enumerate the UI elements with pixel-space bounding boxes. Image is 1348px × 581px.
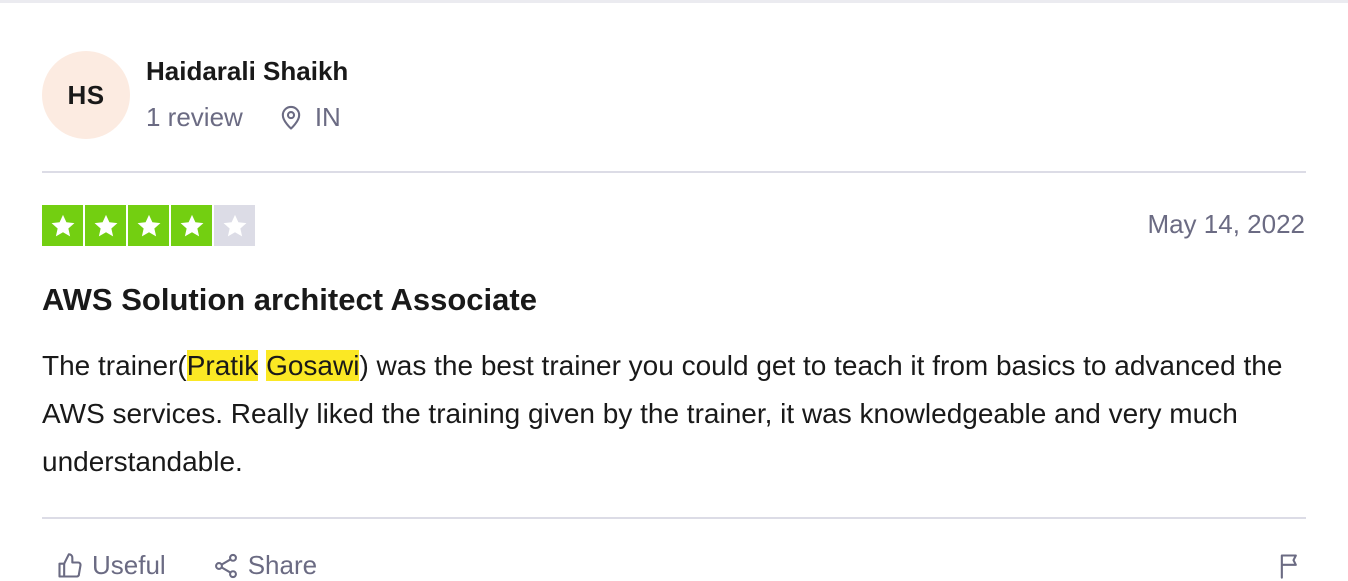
star-empty bbox=[214, 205, 255, 246]
review-card: HS Haidarali Shaikh 1 review IN May 14, … bbox=[0, 0, 1348, 580]
share-icon bbox=[214, 553, 237, 578]
star-filled bbox=[128, 205, 169, 246]
share-button[interactable]: Share bbox=[212, 550, 317, 581]
star-rating bbox=[42, 205, 255, 246]
footer-divider bbox=[42, 517, 1306, 519]
review-date: May 14, 2022 bbox=[1147, 209, 1305, 239]
highlighted-term: Pratik bbox=[186, 350, 259, 381]
star-filled bbox=[42, 205, 83, 246]
reviewer-name[interactable]: Haidarali Shaikh bbox=[146, 56, 348, 87]
useful-label: Useful bbox=[92, 550, 166, 580]
country-code: IN bbox=[314, 102, 341, 132]
star-icon bbox=[51, 214, 74, 236]
avatar[interactable]: HS bbox=[42, 51, 130, 139]
flag-icon[interactable] bbox=[1276, 552, 1304, 580]
star-filled bbox=[171, 205, 212, 246]
reviewer-meta: 1 review IN bbox=[146, 102, 341, 133]
review-body: The trainer(Pratik Gosawi) was the best … bbox=[42, 342, 1312, 486]
thumbs-up-icon bbox=[58, 552, 82, 578]
star-icon bbox=[223, 214, 246, 236]
review-title[interactable]: AWS Solution architect Associate bbox=[42, 282, 537, 318]
star-icon bbox=[137, 214, 160, 236]
header-divider bbox=[42, 171, 1306, 173]
review-count: 1 review bbox=[146, 102, 243, 132]
star-filled bbox=[85, 205, 126, 246]
share-label: Share bbox=[247, 550, 318, 580]
reviewer-location: IN bbox=[277, 102, 341, 133]
useful-button[interactable]: Useful bbox=[56, 550, 166, 581]
location-pin-icon bbox=[281, 105, 301, 130]
review-body-text: The trainer( bbox=[42, 350, 187, 381]
star-icon bbox=[180, 214, 203, 236]
highlighted-term: Gosawi bbox=[266, 350, 360, 381]
review-actions: Useful Share bbox=[56, 550, 363, 581]
review-body-text bbox=[258, 350, 266, 381]
star-icon bbox=[94, 214, 117, 236]
